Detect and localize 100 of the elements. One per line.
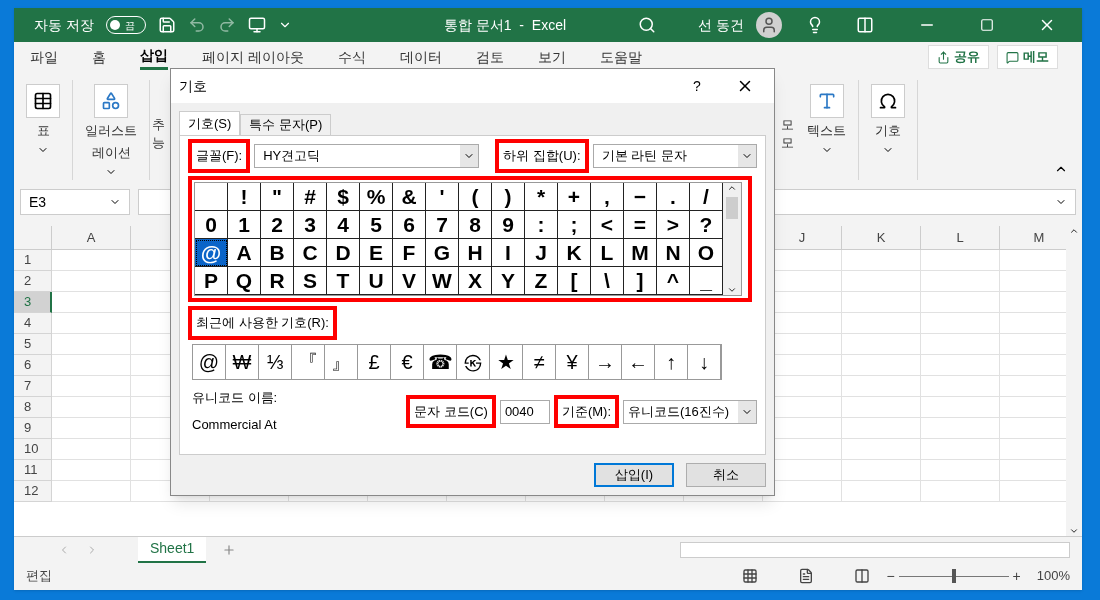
sheet-cell[interactable] [921, 397, 1000, 418]
comment-button[interactable]: 메모 [997, 45, 1058, 69]
ribbon-tab[interactable]: 도움말 [599, 44, 642, 70]
sheet-cell[interactable] [921, 271, 1000, 292]
symbol-cell[interactable]: ) [492, 183, 525, 211]
symbol-cell[interactable]: J [525, 239, 558, 267]
row-header[interactable]: 1 [14, 250, 52, 271]
symbol-cell[interactable]: " [261, 183, 294, 211]
symbol-cell[interactable]: ^ [657, 267, 690, 295]
omega-icon[interactable] [871, 84, 905, 118]
sheet-cell[interactable] [52, 418, 131, 439]
char-code-field[interactable]: 0040 [499, 399, 550, 424]
symbol-cell[interactable]: M [624, 239, 657, 267]
sheet-cell[interactable] [842, 250, 921, 271]
symbol-cell[interactable]: N [657, 239, 690, 267]
sheet-cell[interactable] [842, 271, 921, 292]
row-header[interactable]: 5 [14, 334, 52, 355]
sheet-cell[interactable] [52, 376, 131, 397]
symbol-cell[interactable]: Z [525, 267, 558, 295]
zoom-level[interactable]: 100% [1036, 566, 1070, 586]
sheet-cell[interactable] [842, 481, 921, 502]
sheet-cell[interactable] [842, 313, 921, 334]
row-header[interactable]: 3 [14, 292, 52, 313]
symbol-cell[interactable]: D [327, 239, 360, 267]
row-header[interactable]: 6 [14, 355, 52, 376]
symbol-cell[interactable]: T [327, 267, 360, 295]
symbol-cell[interactable]: ] [624, 267, 657, 295]
dialog-button[interactable]: 취소 [686, 463, 766, 487]
page-layout-icon[interactable] [798, 568, 815, 584]
sheet-cell[interactable] [921, 313, 1000, 334]
symbol-cell[interactable]: > [657, 211, 690, 239]
symbol-cell[interactable]: 2 [261, 211, 294, 239]
symbol-cell[interactable]: , [591, 183, 624, 211]
column-header[interactable]: K [842, 226, 921, 250]
sheet-cell[interactable] [842, 439, 921, 460]
sheet-cell[interactable] [842, 397, 921, 418]
symbol-cell[interactable]: 7 [426, 211, 459, 239]
sheet-cell[interactable] [921, 334, 1000, 355]
ribbon-tab[interactable]: 삽입 [140, 44, 168, 70]
share-button[interactable]: 공유 [928, 45, 989, 69]
symbol-cell[interactable]: L [591, 239, 624, 267]
table-icon[interactable] [26, 84, 60, 118]
symbol-cell[interactable]: C [294, 239, 327, 267]
symbol-cell[interactable]: < [591, 211, 624, 239]
symbol-cell[interactable]: K [558, 239, 591, 267]
symbol-cell[interactable]: ! [228, 183, 261, 211]
sheet-cell[interactable] [842, 460, 921, 481]
sheet-cell[interactable] [52, 334, 131, 355]
sheet-cell[interactable] [921, 376, 1000, 397]
vertical-scrollbar[interactable] [1066, 226, 1082, 536]
ribbon-tab[interactable]: 홈 [92, 44, 106, 70]
sheet-cell[interactable] [921, 439, 1000, 460]
ribbon-tab[interactable]: 검토 [475, 44, 504, 70]
ribbon-tab[interactable]: 데이터 [399, 44, 442, 70]
symbol-cell[interactable]: % [360, 183, 393, 211]
subset-select[interactable]: 기본 라틴 문자 [592, 144, 757, 168]
avatar-icon[interactable] [755, 12, 782, 38]
sheet-cell[interactable] [921, 355, 1000, 376]
dialog-tab[interactable]: 기호(S) [179, 111, 241, 135]
search-icon[interactable] [638, 16, 657, 34]
zoom-out-button[interactable]: − [886, 565, 895, 587]
sheet-cell[interactable] [52, 271, 131, 292]
sheet-cell[interactable] [842, 334, 921, 355]
symbol-cell[interactable]: ( [459, 183, 492, 211]
symbol-cell[interactable]: B [261, 239, 294, 267]
symbol-cell[interactable]: S [294, 267, 327, 295]
font-select[interactable]: HY견고딕 [254, 144, 480, 168]
symbol-cell[interactable]: 3 [294, 211, 327, 239]
normal-view-icon[interactable] [742, 568, 759, 584]
symbol-cell[interactable]: . [657, 183, 690, 211]
symbol-cell[interactable]: : [525, 211, 558, 239]
symbol-cell[interactable]: @ [195, 239, 228, 267]
symbol-cell[interactable]: X [459, 267, 492, 295]
symbol-cell[interactable]: 9 [492, 211, 525, 239]
symbol-cell[interactable]: ' [426, 183, 459, 211]
symbol-cell[interactable]: A [228, 239, 261, 267]
column-header[interactable]: A [52, 226, 131, 250]
text-icon[interactable] [809, 84, 844, 118]
symbol-cell[interactable]: Q [228, 267, 261, 295]
symbol-cell[interactable]: + [558, 183, 591, 211]
sheet-cell[interactable] [921, 250, 1000, 271]
dialog-button[interactable]: 삽입(I) [594, 463, 674, 487]
horizontal-scrollbar[interactable] [680, 541, 1070, 558]
symbol-cell[interactable]: * [525, 183, 558, 211]
symbol-cell[interactable]: # [294, 183, 327, 211]
row-header[interactable]: 8 [14, 397, 52, 418]
symbol-cell[interactable]: P [195, 267, 228, 295]
sheet-cell[interactable] [921, 481, 1000, 502]
symbol-cell[interactable]: Y [492, 267, 525, 295]
add-sheet-icon[interactable] [222, 542, 237, 557]
sheet-cell[interactable] [921, 292, 1000, 313]
scrollbar-thumb[interactable] [726, 197, 738, 219]
sheet-cell[interactable] [842, 292, 921, 313]
screen-icon[interactable] [247, 16, 266, 34]
ribbon-tab[interactable]: 보기 [537, 44, 566, 70]
symbol-cell[interactable]: \ [591, 267, 624, 295]
sheet-cell[interactable] [52, 397, 131, 418]
symbol-cell[interactable]: 6 [393, 211, 426, 239]
sheet-cell[interactable] [921, 460, 1000, 481]
row-header[interactable]: 9 [14, 418, 52, 439]
